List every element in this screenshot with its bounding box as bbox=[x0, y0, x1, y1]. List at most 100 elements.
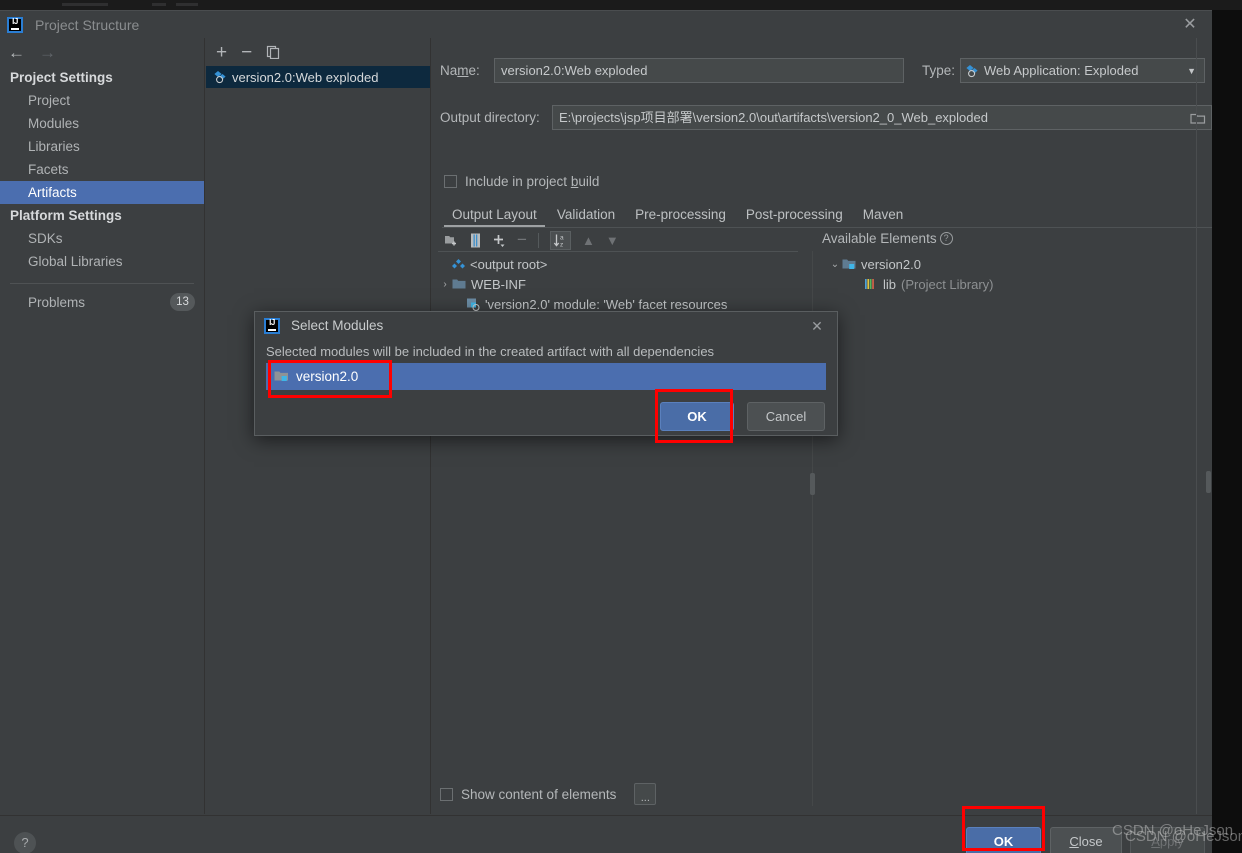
show-content-label: Show content of elements bbox=[461, 786, 617, 802]
help-button[interactable]: ? bbox=[14, 832, 36, 853]
page-title: Project Structure bbox=[35, 16, 140, 33]
background-app-strip bbox=[0, 0, 1242, 10]
name-label: Name: bbox=[440, 63, 480, 78]
tree-row[interactable]: ⌄ version2.0 bbox=[828, 254, 1188, 274]
add-artifact-button[interactable]: + bbox=[216, 43, 227, 62]
artifact-list-item[interactable]: version2.0:Web exploded bbox=[206, 66, 430, 88]
plus-dropdown-icon[interactable] bbox=[492, 233, 506, 248]
select-modules-title: Select Modules bbox=[291, 318, 384, 333]
modal-cancel-button[interactable]: Cancel bbox=[747, 402, 825, 431]
output-directory-value: E:\projects\jsp项目部署\version2.0\out\artif… bbox=[559, 109, 988, 125]
tree-splitter-handle[interactable] bbox=[810, 473, 815, 495]
artifacts-toolbar: + − bbox=[206, 38, 430, 66]
arrow-right-icon[interactable]: → bbox=[39, 44, 56, 61]
sidebar-item-project[interactable]: Project bbox=[0, 89, 204, 112]
select-modules-dialog: Select Modules ✕ Selected modules will b… bbox=[254, 311, 838, 436]
dialog-titlebar: Project Structure ✕ bbox=[0, 11, 1212, 38]
tab-validation[interactable]: Validation bbox=[547, 207, 625, 227]
tree-row-label: version2.0 bbox=[861, 256, 921, 272]
detail-right-edge bbox=[1196, 38, 1197, 814]
vertical-scrollbar-thumb[interactable] bbox=[1206, 471, 1211, 493]
remove-artifact-button[interactable]: − bbox=[241, 43, 252, 62]
sidebar-item-modules[interactable]: Modules bbox=[0, 112, 204, 135]
artifact-list-item-label: version2.0:Web exploded bbox=[232, 69, 379, 85]
output-directory-input[interactable]: E:\projects\jsp项目部署\version2.0\out\artif… bbox=[552, 105, 1212, 130]
include-in-build-row[interactable]: Include in project build bbox=[444, 174, 599, 189]
artifact-name-input[interactable]: version2.0:Web exploded bbox=[494, 58, 904, 83]
modal-ok-button[interactable]: OK bbox=[660, 402, 734, 431]
tree-row[interactable]: lib (Project Library) bbox=[828, 274, 1188, 294]
close-button[interactable]: Close bbox=[1050, 827, 1122, 853]
module-list-item[interactable]: version2.0 bbox=[266, 363, 826, 390]
tree-row-label: <output root> bbox=[470, 256, 548, 272]
artifact-name-value: version2.0:Web exploded bbox=[501, 62, 648, 78]
ok-button[interactable]: OK bbox=[966, 827, 1041, 853]
settings-sidebar: ← → Project Settings Project Modules Lib… bbox=[0, 38, 205, 814]
select-modules-titlebar: Select Modules ✕ bbox=[255, 312, 837, 339]
web-application-icon bbox=[965, 64, 979, 78]
artifact-icon bbox=[213, 70, 227, 84]
ellipsis-button[interactable]: ... bbox=[634, 783, 657, 805]
tab-pre-processing[interactable]: Pre-processing bbox=[625, 207, 736, 227]
tree-row[interactable]: › WEB-INF bbox=[438, 274, 798, 294]
chevron-down-icon[interactable]: ⌄ bbox=[828, 259, 842, 270]
folder-browse-icon[interactable] bbox=[1190, 111, 1206, 125]
apply-button: Apply bbox=[1130, 827, 1205, 853]
chevron-right-icon[interactable]: › bbox=[438, 279, 452, 290]
tree-row[interactable]: <output root> bbox=[438, 254, 798, 274]
svg-text:a: a bbox=[560, 234, 564, 241]
type-label: Type: bbox=[922, 63, 956, 78]
close-icon[interactable]: ✕ bbox=[1176, 16, 1204, 34]
module-icon bbox=[842, 258, 856, 271]
tab-post-processing[interactable]: Post-processing bbox=[736, 207, 853, 227]
module-list-item-label: version2.0 bbox=[296, 369, 359, 384]
facet-icon bbox=[466, 297, 480, 311]
detail-tabs: Output Layout Validation Pre-processing … bbox=[442, 201, 1212, 228]
tab-output-layout[interactable]: Output Layout bbox=[442, 207, 547, 227]
archive-icon[interactable] bbox=[470, 233, 481, 248]
sidebar-item-problems-label: Problems bbox=[28, 295, 86, 310]
output-layout-tree: <output root> › WEB-INF 'version2.0' mod… bbox=[438, 254, 798, 314]
toolbar-divider bbox=[537, 232, 539, 248]
tree-row-suffix: (Project Library) bbox=[901, 276, 994, 292]
output-tree-divider bbox=[438, 251, 798, 252]
problems-count-badge: 13 bbox=[170, 293, 195, 311]
tree-row-label: 'version2.0' module: 'Web' facet resourc… bbox=[485, 296, 728, 312]
sidebar-divider bbox=[10, 283, 194, 284]
sidebar-item-libraries[interactable]: Libraries bbox=[0, 135, 204, 158]
library-icon bbox=[864, 278, 878, 290]
arrow-left-icon[interactable]: ← bbox=[8, 44, 25, 61]
chevron-down-icon: ▼ bbox=[1187, 65, 1196, 76]
sort-az-icon[interactable]: a z bbox=[549, 230, 571, 250]
show-content-row[interactable]: Show content of elements ... bbox=[440, 783, 657, 805]
sidebar-item-sdks[interactable]: SDKs bbox=[0, 227, 204, 250]
dialog-button-bar: ? OK Close Apply bbox=[0, 815, 1212, 853]
tab-maven[interactable]: Maven bbox=[853, 207, 914, 227]
folder-add-icon[interactable] bbox=[444, 233, 459, 247]
sidebar-nav: ← → bbox=[0, 38, 204, 66]
folder-icon bbox=[452, 278, 466, 290]
help-icon[interactable]: ? bbox=[939, 232, 953, 245]
sidebar-item-artifacts[interactable]: Artifacts bbox=[0, 181, 204, 204]
module-icon bbox=[274, 370, 289, 383]
copy-artifact-button[interactable] bbox=[266, 45, 280, 59]
sidebar-item-global-libraries[interactable]: Global Libraries bbox=[0, 250, 204, 273]
available-elements-header: Available Elements ? bbox=[822, 231, 953, 246]
available-elements-label: Available Elements bbox=[822, 231, 937, 246]
tree-row-label: lib bbox=[883, 276, 897, 292]
intellij-logo-icon bbox=[7, 16, 23, 33]
close-icon[interactable]: ✕ bbox=[807, 317, 827, 335]
include-in-build-checkbox[interactable] bbox=[444, 175, 457, 188]
sidebar-item-facets[interactable]: Facets bbox=[0, 158, 204, 181]
name-row: Name: version2.0:Web exploded Type: Web … bbox=[432, 58, 1212, 83]
intellij-logo-icon bbox=[264, 317, 280, 334]
artifact-type-select[interactable]: Web Application: Exploded ▼ bbox=[960, 58, 1205, 83]
arrow-down-icon: ▼ bbox=[605, 232, 619, 248]
svg-text:z: z bbox=[560, 241, 563, 248]
arrow-up-icon: ▲ bbox=[581, 232, 595, 248]
sidebar-group-project-settings: Project Settings bbox=[10, 70, 113, 85]
sidebar-item-problems[interactable]: Problems 13 bbox=[0, 290, 204, 315]
screen: Project Structure ✕ ← → Project Settings… bbox=[0, 0, 1242, 853]
show-content-checkbox[interactable] bbox=[440, 787, 453, 801]
sidebar-group-platform-settings: Platform Settings bbox=[10, 208, 122, 223]
